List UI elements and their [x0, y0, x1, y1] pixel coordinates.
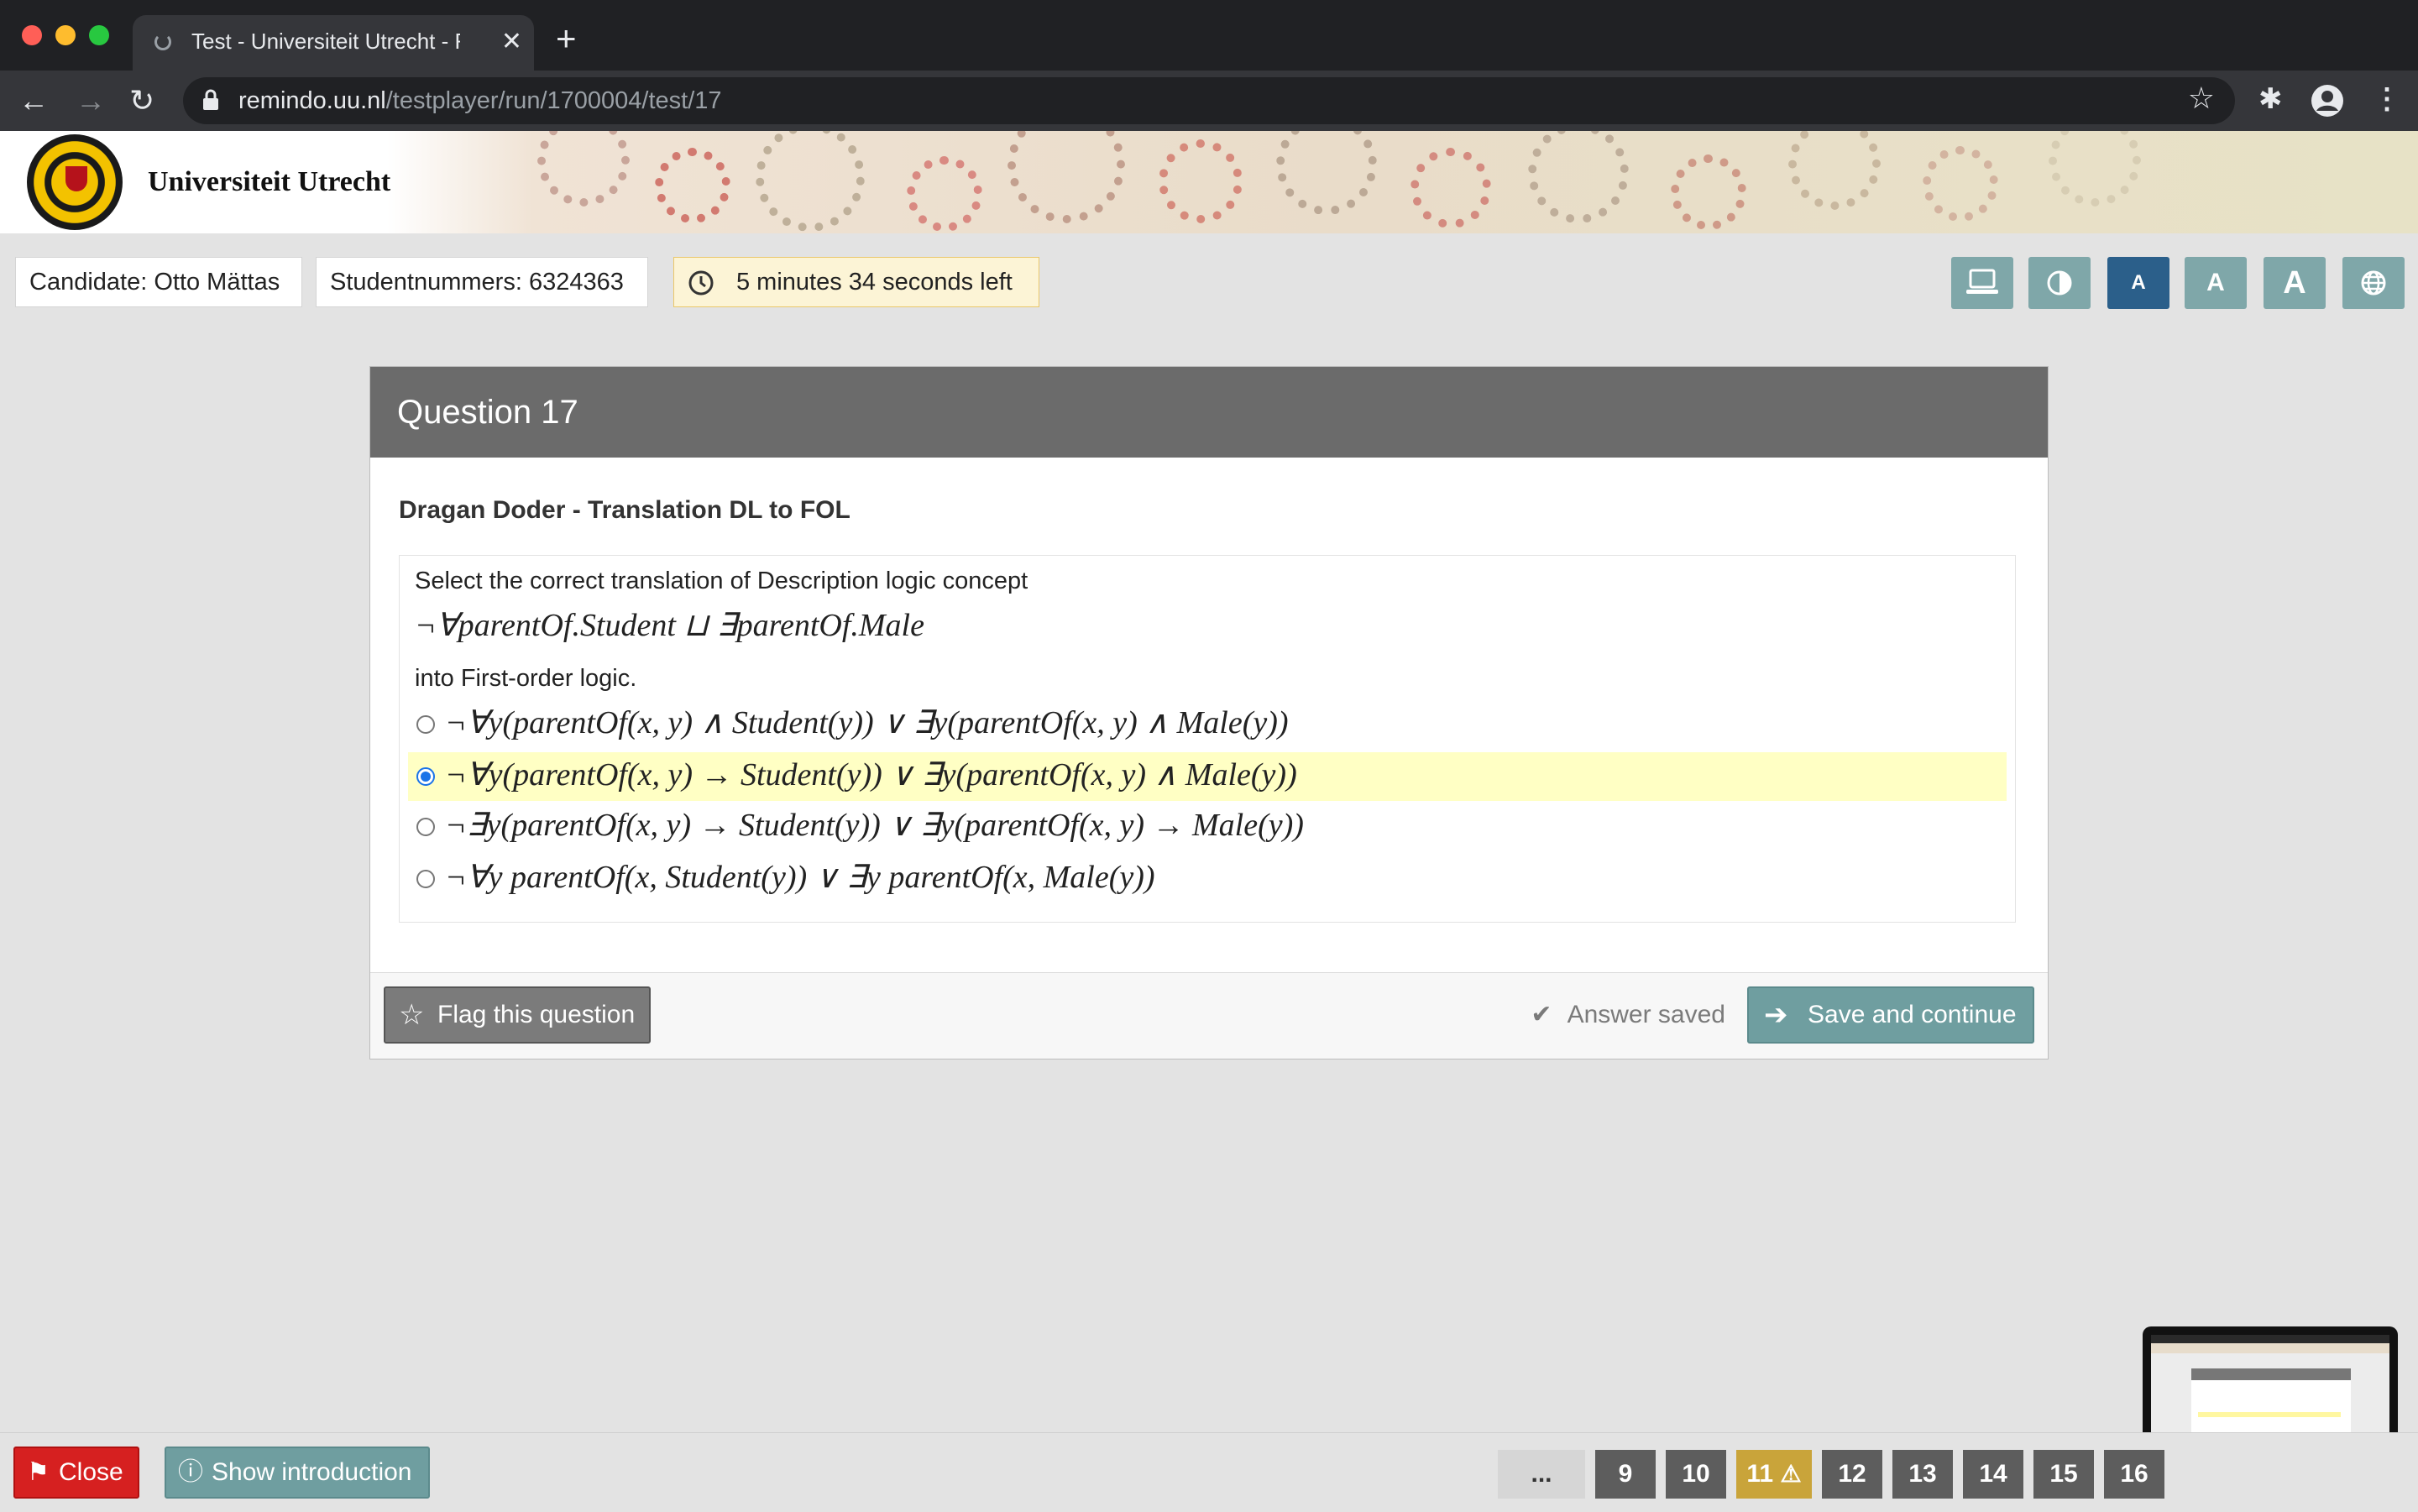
- candidate-name: Candidate: Otto Mättas: [15, 257, 302, 307]
- tab-title: Test - Universiteit Utrecht - Re: [191, 29, 460, 54]
- tab-close-icon[interactable]: ✕: [501, 25, 522, 59]
- profile-icon[interactable]: [2311, 84, 2344, 118]
- back-icon[interactable]: ←: [18, 84, 49, 118]
- gear-decoration: [537, 131, 630, 207]
- new-tab-icon[interactable]: +: [556, 21, 577, 56]
- contrast-button[interactable]: [2028, 257, 2091, 309]
- star-icon: ☆: [399, 999, 425, 1031]
- browser-titlebar: Test - Universiteit Utrecht - Re ✕ +: [0, 0, 2418, 71]
- gear-decoration: [2049, 131, 2141, 207]
- gear-decoration: [1276, 131, 1377, 215]
- student-number: Studentnummers: 6324363: [316, 257, 648, 307]
- font-size-large-button[interactable]: A: [2264, 257, 2326, 309]
- flag-label: Flag this question: [437, 1001, 636, 1028]
- globe-icon: [2361, 270, 2386, 296]
- answer-option-text: ¬∃y(parentOf(x, y) → Student(y)) ∨ ∃y(pa…: [445, 808, 1304, 843]
- radio-button[interactable]: [416, 715, 435, 734]
- gear-decoration: [1159, 139, 1243, 223]
- close-test-button[interactable]: ⚑ Close: [13, 1447, 139, 1499]
- answer-saved-status: ✔ Answer saved: [1531, 988, 1725, 1042]
- question-nav-14[interactable]: 14: [1963, 1450, 2023, 1499]
- question-instruction: into First-order logic.: [415, 665, 637, 692]
- contrast-icon: [2047, 270, 2072, 296]
- warning-icon: ⚠: [1780, 1461, 1802, 1487]
- answer-option-c[interactable]: ¬∃y(parentOf(x, y) → Student(y)) ∨ ∃y(pa…: [408, 803, 2007, 851]
- question-nav-9[interactable]: 9: [1595, 1450, 1656, 1499]
- university-name: Universiteit Utrecht: [148, 166, 391, 197]
- intro-label: Show introduction: [212, 1458, 412, 1486]
- reload-icon[interactable]: ↻: [129, 84, 154, 118]
- window-close-control[interactable]: [22, 25, 42, 45]
- question-header: Question 17: [370, 367, 2048, 458]
- lock-icon: [203, 89, 218, 110]
- answer-option-b[interactable]: ¬∀y(parentOf(x, y) → Student(y)) ∨ ∃y(pa…: [408, 752, 2007, 801]
- browser-menu-icon[interactable]: ⋮: [2373, 82, 2401, 116]
- bookmark-star-icon[interactable]: ☆: [2188, 81, 2215, 116]
- gear-decoration: [1410, 148, 1491, 228]
- gear-decoration: [756, 131, 865, 232]
- gear-decoration: [1671, 154, 1746, 230]
- gear-decoration: [907, 156, 982, 232]
- answer-option-d[interactable]: ¬∀y parentOf(x, Student(y)) ∨ ∃y parentO…: [408, 855, 2007, 903]
- browser-toolbar: ← → ↻ remindo.uu.nl/testplayer/run/17000…: [0, 71, 2418, 131]
- question-title: Dragan Doder - Translation DL to FOL: [399, 496, 850, 524]
- language-button[interactable]: [2342, 257, 2405, 309]
- browser-tab[interactable]: Test - Universiteit Utrecht - Re ✕: [133, 15, 534, 71]
- save-label: Save and continue: [1808, 1001, 2017, 1028]
- address-bar[interactable]: remindo.uu.nl/testplayer/run/1700004/tes…: [183, 77, 2235, 124]
- question-nav-11-flagged[interactable]: 11 ⚠: [1736, 1450, 1812, 1499]
- question-footer: ☆ Flag this question ✔ Answer saved ➔ Sav…: [370, 972, 2048, 1059]
- answer-option-text: ¬∀y(parentOf(x, y) → Student(y)) ∨ ∃y(pa…: [445, 757, 1297, 793]
- timer-text: 5 minutes 34 seconds left: [736, 269, 1013, 296]
- forward-icon[interactable]: →: [76, 84, 106, 118]
- loading-spinner-icon: [154, 34, 171, 50]
- window-minimize-control[interactable]: [55, 25, 76, 45]
- screen-mode-button[interactable]: [1951, 257, 2013, 309]
- save-and-continue-button[interactable]: ➔ Save and continue: [1747, 986, 2034, 1044]
- answer-option-text: ¬∀y(parentOf(x, y) ∧ Student(y)) ∨ ∃y(pa…: [445, 705, 1289, 740]
- question-panel: Question 17 Dragan Doder - Translation D…: [369, 366, 2049, 1059]
- question-prompt: Select the correct translation of Descri…: [415, 568, 1028, 594]
- bottom-bar: ⚑ Close ⓘ Show introduction ... 9 10 11 …: [0, 1432, 2418, 1512]
- dl-concept-formula: ¬∀parentOf.Student ⊔ ∃parentOf.Male: [415, 608, 924, 643]
- radio-button-selected[interactable]: [416, 767, 435, 786]
- radio-button[interactable]: [416, 818, 435, 836]
- font-size-medium-button[interactable]: A: [2185, 257, 2247, 309]
- close-label: Close: [59, 1458, 123, 1486]
- question-nav-12[interactable]: 12: [1822, 1450, 1882, 1499]
- gear-decoration: [1008, 131, 1125, 223]
- question-nav-16[interactable]: 16: [2104, 1450, 2164, 1499]
- answer-option-a[interactable]: ¬∀y(parentOf(x, y) ∧ Student(y)) ∨ ∃y(pa…: [408, 700, 2007, 749]
- gear-decoration: [1923, 146, 1998, 222]
- flag-question-button[interactable]: ☆ Flag this question: [384, 986, 651, 1044]
- gear-decoration: [1788, 131, 1881, 210]
- question-nav-10[interactable]: 10: [1666, 1450, 1726, 1499]
- time-remaining: 5 minutes 34 seconds left: [673, 257, 1039, 307]
- answer-option-text: ¬∀y parentOf(x, Student(y)) ∨ ∃y parentO…: [445, 860, 1155, 895]
- seal-shield: [65, 166, 87, 191]
- university-banner: Universiteit Utrecht: [0, 131, 2418, 233]
- info-icon: ⓘ: [178, 1458, 203, 1486]
- gear-decoration: [1528, 131, 1629, 223]
- question-nav-13[interactable]: 13: [1892, 1450, 1953, 1499]
- question-body: Select the correct translation of Descri…: [399, 555, 2016, 923]
- question-nav-more[interactable]: ...: [1498, 1450, 1585, 1499]
- saved-label: Answer saved: [1567, 1001, 1725, 1028]
- flag-icon: ⚑: [27, 1458, 50, 1486]
- checkmark-icon: ✔: [1531, 1001, 1552, 1028]
- gear-decoration: [655, 148, 730, 223]
- clock-icon: [688, 270, 714, 296]
- arrow-right-icon: ➔: [1764, 999, 1788, 1031]
- url-text: remindo.uu.nl/testplayer/run/1700004/tes…: [238, 87, 722, 114]
- radio-button[interactable]: [416, 870, 435, 888]
- question-nav-number: 11: [1746, 1460, 1774, 1488]
- window-zoom-control[interactable]: [89, 25, 109, 45]
- font-size-small-button[interactable]: A: [2107, 257, 2169, 309]
- show-introduction-button[interactable]: ⓘ Show introduction: [165, 1447, 430, 1499]
- laptop-icon: [1966, 269, 1998, 294]
- extensions-icon[interactable]: ✱: [2258, 82, 2283, 116]
- question-nav-15[interactable]: 15: [2033, 1450, 2094, 1499]
